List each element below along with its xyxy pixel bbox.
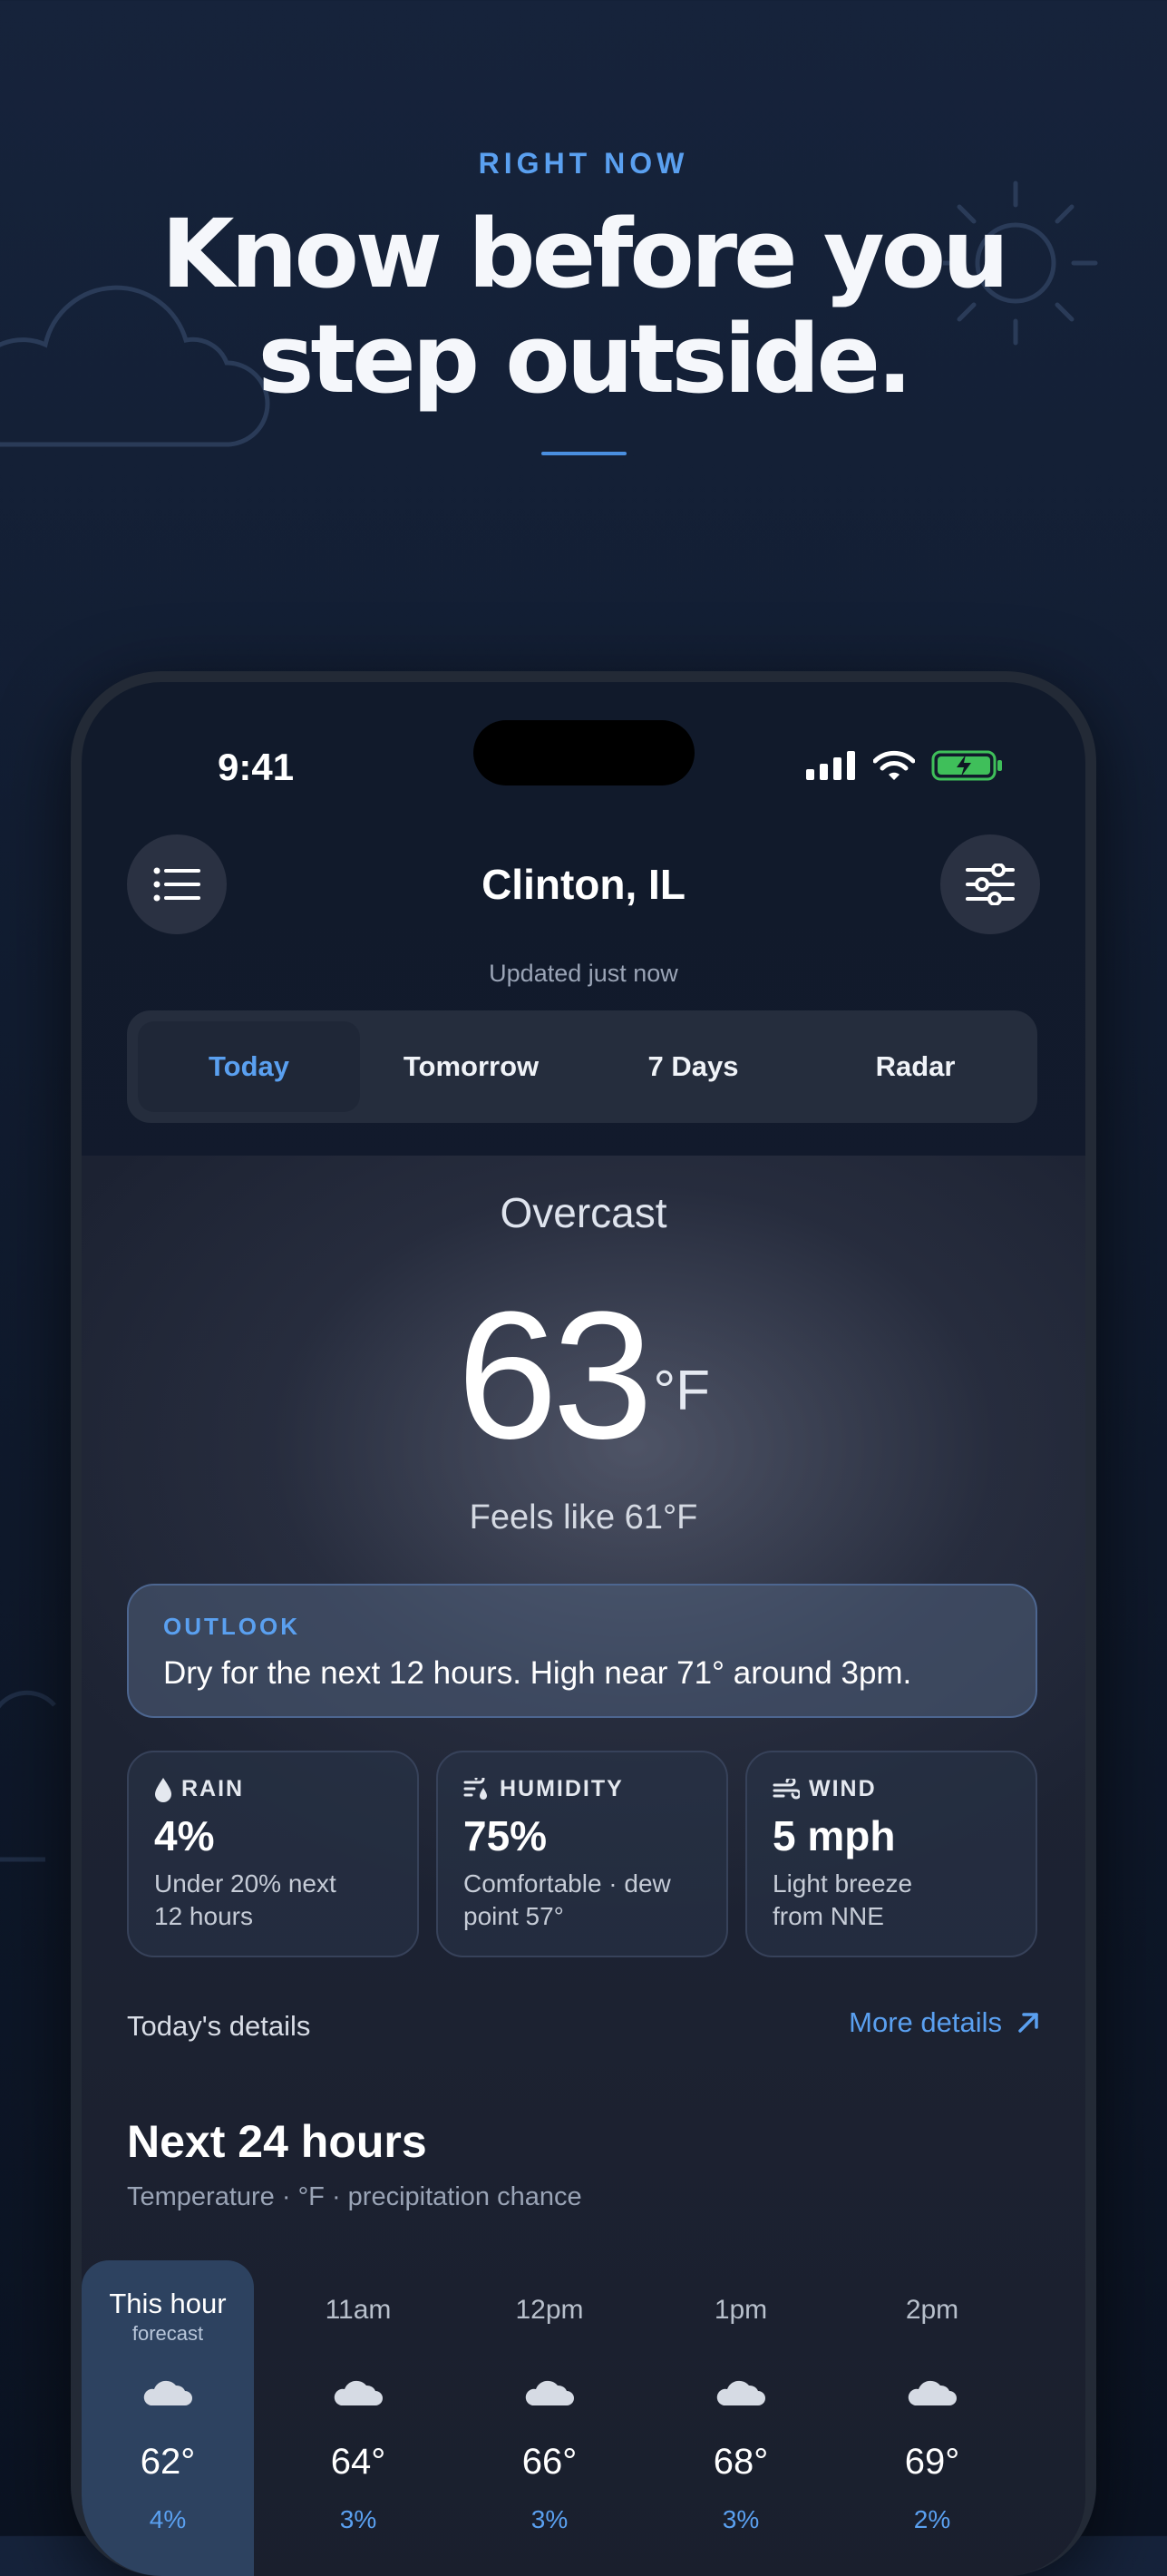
todays-details-label: Today's details	[127, 2010, 311, 2042]
hour-precip: 4%	[149, 2505, 187, 2533]
cloud-icon	[525, 2380, 574, 2405]
battery-charging-icon	[931, 750, 1002, 781]
hourly-item[interactable]: 2pm 69° 2%	[846, 2260, 1018, 2576]
cloud-icon	[334, 2380, 383, 2405]
phone-screen: 9:41 Clinton, IL Updated just now Today …	[82, 682, 1085, 2576]
raindrop-icon	[155, 1777, 171, 1802]
rain-value: 4%	[154, 1812, 215, 1859]
tab-today[interactable]: Today	[138, 1021, 360, 1112]
wind-label: WIND	[809, 1776, 877, 1801]
rain-description: Under 20% next 12 hours	[154, 1868, 392, 1933]
current-temperature: 63°F	[82, 1272, 1085, 1480]
headline-divider	[541, 452, 627, 455]
rain-card-header: RAIN	[154, 1776, 392, 1802]
rain-desc-line: Under 20% next	[154, 1869, 336, 1898]
hour-temp: 62°	[140, 2442, 196, 2482]
city-title: Clinton, IL	[481, 861, 686, 908]
hour-time: This hour	[109, 2288, 227, 2319]
more-details-link[interactable]: More details	[849, 2006, 1040, 2039]
hourly-subtitle: Temperature · °F · precipitation chance	[127, 2182, 582, 2211]
hour-time: 11am	[325, 2295, 392, 2325]
wind-description: Light breeze from NNE	[773, 1868, 1010, 1933]
hourly-item[interactable]: 1pm 68° 3%	[655, 2260, 827, 2576]
hour-precip: 2%	[913, 2505, 951, 2533]
outlook-label: OUTLOOK	[163, 1613, 300, 1640]
humidity-desc-line: point 57°	[463, 1902, 564, 1930]
humidity-icon	[463, 1777, 487, 1800]
tab-tomorrow[interactable]: Tomorrow	[360, 1021, 582, 1112]
tab-7-days[interactable]: 7 Days	[582, 1021, 804, 1112]
temperature-unit: °F	[653, 1360, 711, 1422]
cloud-icon	[908, 2380, 957, 2405]
hour-time: 1pm	[714, 2295, 768, 2325]
cloud-outline-decoration	[0, 1690, 56, 1862]
cellular-signal-icon	[806, 751, 855, 780]
hourly-item[interactable]: 12pm 66° 3%	[463, 2260, 636, 2576]
wind-card[interactable]: WIND 5 mph Light breeze from NNE	[745, 1751, 1037, 1957]
sliders-icon	[966, 864, 1015, 905]
cloud-icon	[716, 2380, 765, 2405]
settings-button[interactable]	[940, 834, 1040, 934]
arrow-up-right-icon	[1018, 2013, 1038, 2033]
humidity-description: Comfortable · dew point 57°	[463, 1868, 701, 1933]
outlook-card: OUTLOOK Dry for the next 12 hours. High …	[127, 1584, 1037, 1718]
cloud-icon	[143, 2380, 192, 2405]
phone-frame: 9:41 Clinton, IL Updated just now Today …	[71, 671, 1096, 2576]
wind-desc-line: Light breeze	[773, 1869, 913, 1898]
outlook-text: Dry for the next 12 hours. High near 71°…	[163, 1655, 912, 1691]
hour-temp: 68°	[713, 2442, 769, 2482]
hour-precip: 3%	[530, 2505, 569, 2533]
rain-card[interactable]: RAIN 4% Under 20% next 12 hours	[127, 1751, 419, 1957]
humidity-value: 75%	[463, 1812, 548, 1859]
hour-time: 2pm	[905, 2295, 959, 2325]
wind-card-header: WIND	[773, 1776, 1010, 1802]
humidity-desc-line: Comfortable · dew	[463, 1869, 671, 1898]
wind-value: 5 mph	[773, 1812, 896, 1859]
humidity-card[interactable]: HUMIDITY 75% Comfortable · dew point 57°	[436, 1751, 728, 1957]
promo-headline: Know before you step outside.	[0, 201, 1167, 412]
status-icons	[806, 749, 1004, 782]
wind-icon	[773, 1778, 800, 1799]
rain-label: RAIN	[181, 1776, 245, 1801]
feels-like: Feels like 61°F	[469, 1498, 698, 1537]
updated-status: Updated just now	[489, 960, 678, 987]
hour-temp: 66°	[521, 2442, 578, 2482]
dynamic-island	[473, 720, 695, 785]
view-tabs: Today Tomorrow 7 Days Radar	[127, 1010, 1037, 1123]
hourly-title: Next 24 hours	[127, 2116, 427, 2167]
hour-temp: 64°	[330, 2442, 386, 2482]
hourly-item[interactable]: 11am 64° 3%	[272, 2260, 444, 2576]
headline-line-1: Know before you	[160, 199, 1009, 309]
temperature-value: 63	[456, 1274, 653, 1477]
tab-radar[interactable]: Radar	[804, 1021, 1026, 1112]
humidity-card-header: HUMIDITY	[463, 1776, 701, 1802]
status-time: 9:41	[218, 746, 295, 788]
hour-temp: 69°	[904, 2442, 960, 2482]
current-condition: Overcast	[500, 1189, 667, 1236]
promo-eyebrow: RIGHT NOW	[478, 147, 689, 180]
more-details-label: More details	[849, 2006, 1002, 2038]
hour-precip: 3%	[339, 2505, 377, 2533]
headline-line-2: step outside.	[258, 304, 912, 415]
hourly-item-current[interactable]: This hour forecast 62° 4%	[82, 2260, 254, 2576]
hour-subtitle: forecast	[131, 2322, 204, 2345]
hour-precip: 3%	[722, 2505, 760, 2533]
wind-desc-line: from NNE	[773, 1902, 884, 1930]
hour-time: 12pm	[515, 2295, 584, 2325]
wifi-icon	[873, 750, 915, 780]
rain-desc-line: 12 hours	[154, 1902, 253, 1930]
humidity-label: HUMIDITY	[500, 1776, 624, 1801]
